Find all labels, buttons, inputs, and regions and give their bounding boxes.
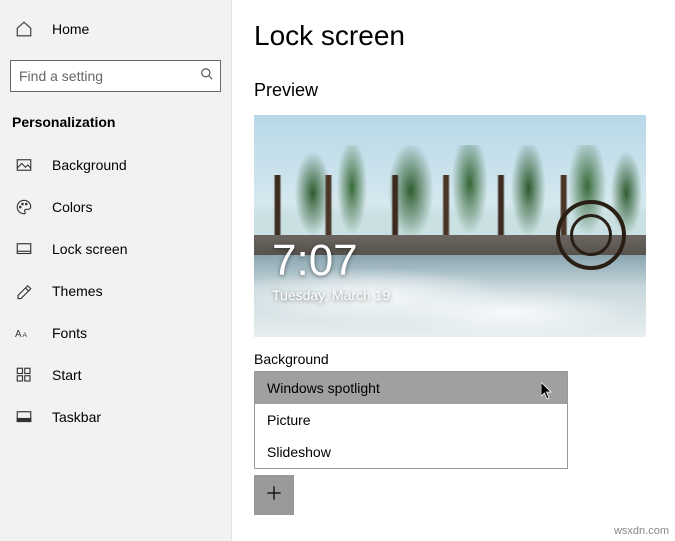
sidebar-item-lock-screen[interactable]: Lock screen: [0, 228, 231, 270]
palette-icon: [14, 197, 34, 217]
dropdown-option-spotlight[interactable]: Windows spotlight: [255, 372, 567, 404]
background-label: Background: [254, 351, 675, 367]
dropdown-option-label: Windows spotlight: [267, 380, 380, 396]
clock-time: 7:07: [272, 239, 390, 283]
sidebar: Home Personalization Background C: [0, 0, 232, 541]
preview-clock: 7:07 Tuesday, March 19: [272, 239, 390, 303]
clock-date: Tuesday, March 19: [272, 287, 390, 303]
lock-screen-icon: [14, 239, 34, 259]
search-input[interactable]: [19, 68, 200, 84]
cursor-icon: [541, 382, 553, 400]
fonts-icon: AA: [14, 323, 34, 343]
attribution: wsxdn.com: [614, 525, 669, 537]
sidebar-item-taskbar[interactable]: Taskbar: [0, 396, 231, 438]
dropdown-option-label: Slideshow: [267, 444, 331, 460]
themes-icon: [14, 281, 34, 301]
start-icon: [14, 365, 34, 385]
taskbar-icon: [14, 407, 34, 427]
sidebar-item-label: Lock screen: [52, 241, 127, 257]
sidebar-item-background[interactable]: Background: [0, 144, 231, 186]
sidebar-item-themes[interactable]: Themes: [0, 270, 231, 312]
dropdown-option-slideshow[interactable]: Slideshow: [255, 436, 567, 468]
sidebar-item-label: Colors: [52, 199, 92, 215]
dropdown-option-label: Picture: [267, 412, 311, 428]
main-content: Lock screen Preview 7:07 Tuesday, March …: [232, 0, 675, 541]
sidebar-item-label: Start: [52, 367, 82, 383]
search-box[interactable]: [10, 60, 221, 92]
preview-label: Preview: [254, 80, 675, 101]
sidebar-item-colors[interactable]: Colors: [0, 186, 231, 228]
home-nav[interactable]: Home: [0, 8, 231, 50]
add-button[interactable]: [254, 475, 294, 515]
home-icon: [14, 19, 34, 39]
sidebar-item-label: Taskbar: [52, 409, 101, 425]
plus-icon: [264, 483, 284, 508]
svg-text:A: A: [23, 332, 28, 339]
search-icon: [200, 67, 214, 86]
home-label: Home: [52, 21, 89, 37]
lock-screen-preview: 7:07 Tuesday, March 19: [254, 115, 646, 337]
sidebar-item-fonts[interactable]: AA Fonts: [0, 312, 231, 354]
search-wrap: [0, 50, 231, 104]
sidebar-item-label: Background: [52, 157, 127, 173]
svg-text:A: A: [15, 329, 22, 340]
dropdown-option-picture[interactable]: Picture: [255, 404, 567, 436]
category-label: Personalization: [0, 104, 231, 144]
sidebar-item-label: Themes: [52, 283, 103, 299]
background-dropdown[interactable]: Windows spotlight Picture Slideshow: [254, 371, 568, 469]
sidebar-item-label: Fonts: [52, 325, 87, 341]
page-title: Lock screen: [254, 20, 675, 52]
sidebar-item-start[interactable]: Start: [0, 354, 231, 396]
image-icon: [14, 155, 34, 175]
